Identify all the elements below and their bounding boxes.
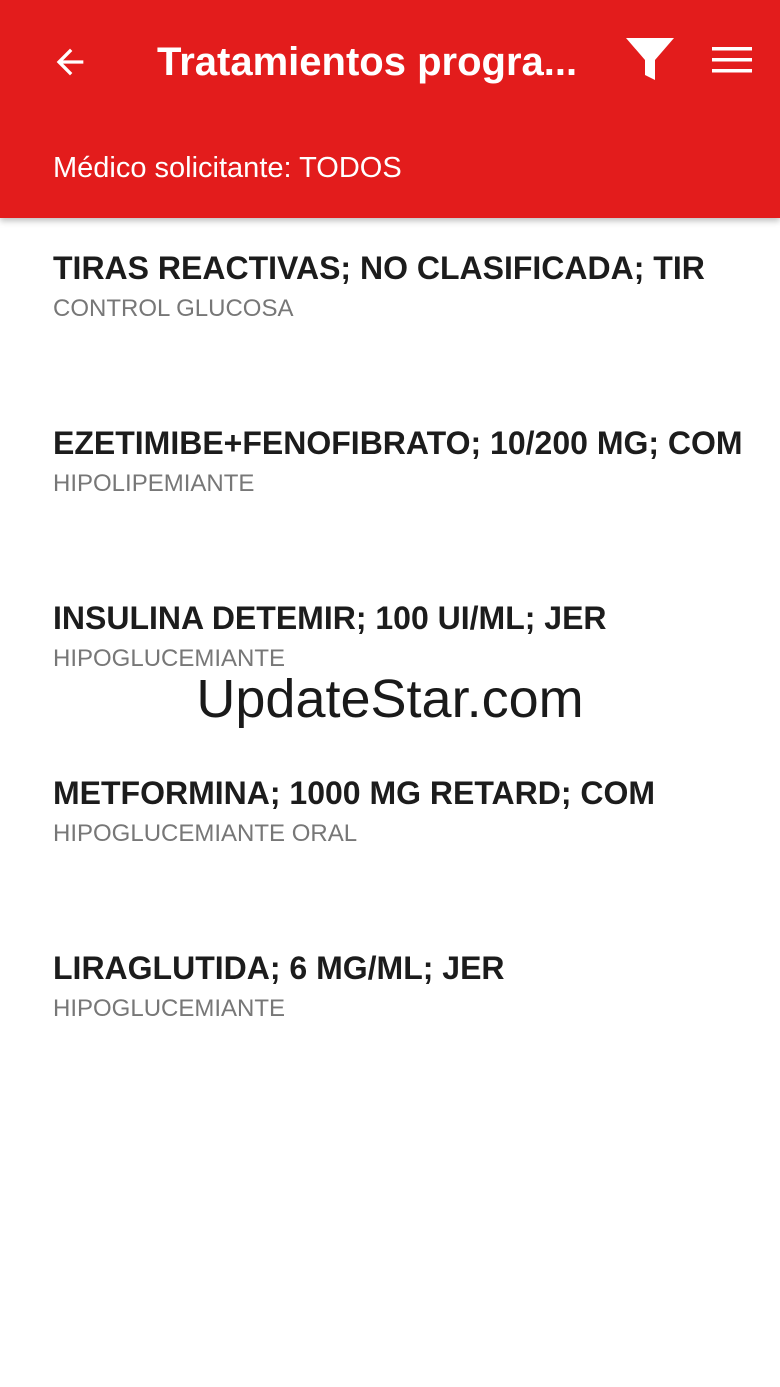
filter-button[interactable] xyxy=(620,30,680,90)
treatment-name: LIRAGLUTIDA; 6 MG/ML; JER xyxy=(53,950,505,986)
treatment-category: HIPOGLUCEMIANTE ORAL xyxy=(53,820,358,847)
list-item[interactable]: LIRAGLUTIDA; 6 MG/ML; JER HIPOGLUCEMIANT… xyxy=(0,918,780,1093)
menu-button[interactable] xyxy=(702,30,762,90)
list-item[interactable]: INSULINA DETEMIR; 100 UI/ML; JER HIPOGLU… xyxy=(0,568,780,743)
treatment-name: TIRAS REACTIVAS; NO CLASIFICADA; TIR xyxy=(53,250,705,286)
list-item[interactable]: TIRAS REACTIVAS; NO CLASIFICADA; TIR CON… xyxy=(0,218,780,393)
treatment-name: METFORMINA; 1000 MG RETARD; COM xyxy=(53,775,656,811)
page-title: Tratamientos progra... xyxy=(157,40,578,84)
treatment-name: INSULINA DETEMIR; 100 UI/ML; JER xyxy=(53,600,607,636)
back-button[interactable] xyxy=(38,30,102,94)
treatment-name: EZETIMIBE+FENOFIBRATO; 10/200 MG; COM xyxy=(53,425,743,461)
treatment-category: HIPOGLUCEMIANTE xyxy=(53,995,286,1022)
treatment-category: HIPOGLUCEMIANTE xyxy=(53,645,286,672)
arrow-back-icon xyxy=(56,48,84,76)
treatment-list: TIRAS REACTIVAS; NO CLASIFICADA; TIR CON… xyxy=(0,218,780,1093)
treatment-category: HIPOLIPEMIANTE xyxy=(53,470,255,497)
hamburger-menu-icon xyxy=(712,47,752,73)
requesting-doctor-filter: Médico solicitante: TODOS xyxy=(53,152,402,184)
app-bar: Tratamientos progra... Médico solicitant… xyxy=(0,0,780,218)
list-item[interactable]: METFORMINA; 1000 MG RETARD; COM HIPOGLUC… xyxy=(0,743,780,918)
treatment-category: CONTROL GLUCOSA xyxy=(53,295,294,322)
filter-funnel-icon xyxy=(626,38,674,80)
list-item[interactable]: EZETIMIBE+FENOFIBRATO; 10/200 MG; COM HI… xyxy=(0,393,780,568)
